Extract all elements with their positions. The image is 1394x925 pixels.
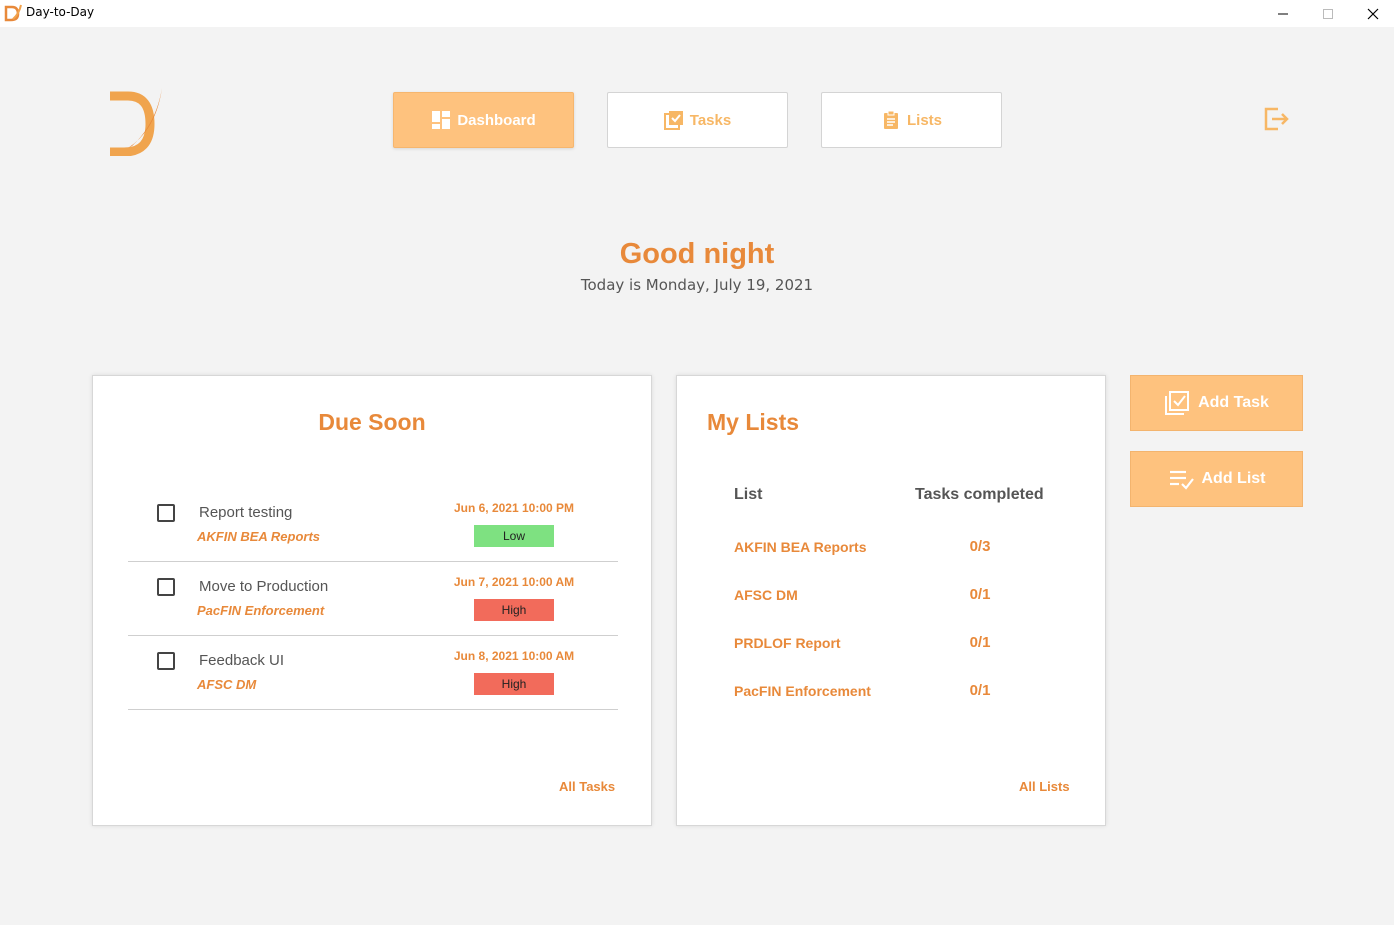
- task-name: Feedback UI: [199, 652, 285, 669]
- my-lists-card: My Lists List Tasks completed AKFIN BEA …: [676, 375, 1106, 826]
- all-tasks-link[interactable]: All Tasks: [559, 779, 615, 794]
- add-task-button[interactable]: Add Task: [1130, 375, 1303, 431]
- my-lists-title: My Lists: [707, 409, 800, 435]
- list-item-completed: 0/1: [969, 586, 991, 603]
- task-list-link[interactable]: PacFIN Enforcement: [197, 603, 324, 618]
- task-row: Feedback UI AFSC DM Jun 8, 2021 10:00 AM…: [128, 636, 618, 710]
- priority-badge: Low: [474, 525, 554, 547]
- add-list-icon: [1169, 470, 1194, 490]
- due-soon-title: Due Soon: [318, 409, 426, 435]
- minimize-button[interactable]: [1260, 0, 1306, 27]
- list-item-name[interactable]: AFSC DM: [734, 587, 798, 603]
- add-task-label: Add Task: [1198, 394, 1269, 411]
- task-list-link[interactable]: AKFIN BEA Reports: [197, 529, 320, 544]
- list-item-completed: 0/3: [969, 538, 991, 555]
- app-logo: [110, 88, 162, 156]
- list-item-name[interactable]: AKFIN BEA Reports: [734, 539, 867, 555]
- task-due-date: Jun 8, 2021 10:00 AM: [453, 649, 575, 663]
- logout-icon[interactable]: [1262, 105, 1290, 133]
- window-title: Day-to-Day: [26, 5, 95, 19]
- lists-col-list: List: [734, 486, 763, 503]
- task-checkbox[interactable]: [157, 578, 175, 596]
- title-bar: Day-to-Day: [0, 0, 1394, 27]
- priority-badge: High: [474, 599, 554, 621]
- clipboard-icon: [883, 110, 898, 129]
- app-icon: [4, 4, 22, 22]
- maximize-button[interactable]: [1305, 0, 1351, 27]
- nav-lists-button[interactable]: Lists: [821, 92, 1002, 148]
- task-name: Report testing: [199, 504, 293, 521]
- add-list-button[interactable]: Add List: [1130, 451, 1303, 507]
- task-row: Move to Production PacFIN Enforcement Ju…: [128, 562, 618, 636]
- nav-dashboard-label: Dashboard: [457, 111, 536, 129]
- tasks-icon: [663, 111, 683, 130]
- date-line: Today is Monday, July 19, 2021: [580, 276, 814, 294]
- task-list-link[interactable]: AFSC DM: [197, 677, 256, 692]
- add-task-icon: [1165, 391, 1190, 415]
- task-checkbox[interactable]: [157, 652, 175, 670]
- task-due-date: Jun 7, 2021 10:00 AM: [453, 575, 575, 589]
- nav-dashboard-button[interactable]: Dashboard: [393, 92, 574, 148]
- minimize-icon: [1278, 13, 1288, 14]
- close-icon: [1367, 8, 1379, 19]
- add-list-label: Add List: [1201, 470, 1266, 487]
- nav-lists-label: Lists: [906, 111, 942, 129]
- task-checkbox[interactable]: [157, 504, 175, 522]
- dashboard-icon: [432, 111, 451, 129]
- priority-badge: High: [474, 673, 554, 695]
- list-item-name[interactable]: PacFIN Enforcement: [734, 683, 871, 699]
- due-soon-card: Due Soon Report testing AKFIN BEA Report…: [92, 375, 652, 826]
- close-button[interactable]: [1350, 0, 1394, 27]
- list-item-completed: 0/1: [969, 634, 991, 651]
- task-row: Report testing AKFIN BEA Reports Jun 6, …: [128, 488, 618, 562]
- list-item-name[interactable]: PRDLOF Report: [734, 635, 841, 651]
- greeting-title: Good night: [619, 238, 775, 270]
- maximize-icon: [1323, 8, 1333, 19]
- nav-tasks-label: Tasks: [689, 111, 732, 129]
- task-name: Move to Production: [199, 578, 329, 595]
- nav-tasks-button[interactable]: Tasks: [607, 92, 788, 148]
- list-item-completed: 0/1: [969, 682, 991, 699]
- all-lists-link[interactable]: All Lists: [1019, 779, 1070, 794]
- lists-col-completed: Tasks completed: [915, 486, 1044, 503]
- task-due-date: Jun 6, 2021 10:00 PM: [453, 501, 575, 515]
